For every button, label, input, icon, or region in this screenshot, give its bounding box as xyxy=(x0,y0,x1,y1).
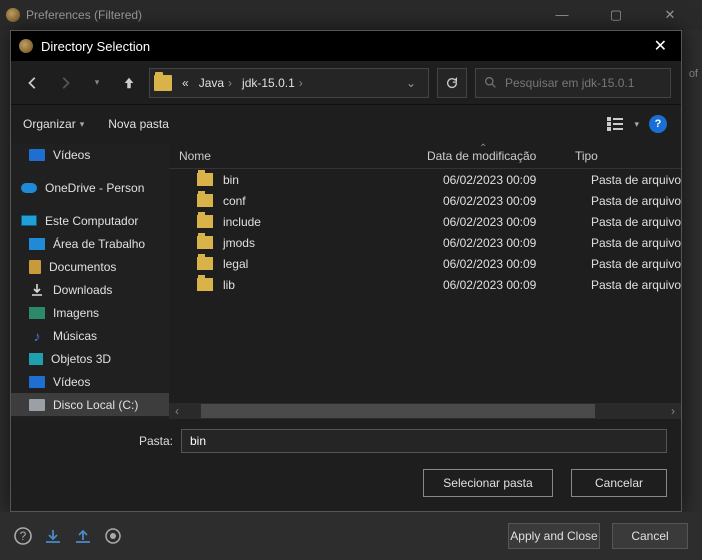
dialog-close-button[interactable]: ✕ xyxy=(648,36,673,56)
tree-item-images[interactable]: Imagens xyxy=(11,301,169,324)
breadcrumb-jdk[interactable]: jdk-15.0.1› xyxy=(238,76,307,90)
nav-back-button[interactable] xyxy=(21,71,45,95)
nav-forward-button[interactable] xyxy=(53,71,77,95)
preferences-titlebar: Preferences (Filtered) — ▢ ✕ xyxy=(0,0,702,30)
folder-icon xyxy=(197,257,213,270)
svg-text:?: ? xyxy=(20,529,27,543)
col-name[interactable]: Nome xyxy=(179,149,427,163)
folder-icon xyxy=(197,215,213,228)
tree-item-downloads[interactable]: Downloads xyxy=(11,278,169,301)
dialog-titlebar: Directory Selection ✕ xyxy=(11,31,681,61)
apply-and-close-button[interactable]: Apply and Close xyxy=(508,523,600,549)
objects3d-icon xyxy=(29,353,43,365)
eclipse-icon xyxy=(6,8,20,22)
dialog-footer: Pasta: Selecionar pasta Cancelar xyxy=(11,419,681,511)
toolbar: Organizar▾ Nova pasta ▾ ? xyxy=(11,105,681,143)
folder-tree[interactable]: Vídeos OneDrive - Person Este Computador… xyxy=(11,143,169,419)
col-type[interactable]: Tipo xyxy=(575,149,681,163)
refresh-button[interactable] xyxy=(437,68,467,98)
maximize-button[interactable]: ▢ xyxy=(598,7,634,23)
breadcrumb-bar[interactable]: « Java› jdk-15.0.1› ⌄ xyxy=(149,68,429,98)
file-list: ⌃ Nome Data de modificação Tipo bin06/02… xyxy=(169,143,681,419)
tree-item-documents[interactable]: Documentos xyxy=(11,255,169,278)
breadcrumb-java[interactable]: Java› xyxy=(195,76,236,90)
help-icon[interactable]: ? xyxy=(14,527,32,545)
desktop-icon xyxy=(29,238,45,250)
record-icon[interactable] xyxy=(104,527,122,545)
tree-item-local-disk-c[interactable]: Disco Local (C:) xyxy=(11,393,169,416)
disk-icon xyxy=(29,399,45,411)
window-controls: — ▢ ✕ xyxy=(544,7,696,23)
view-mode-button[interactable] xyxy=(604,114,626,134)
pc-icon xyxy=(21,215,37,226)
preferences-title: Preferences (Filtered) xyxy=(26,8,544,22)
view-mode-dropdown[interactable]: ▾ xyxy=(634,119,639,130)
tree-item-music[interactable]: ♪Músicas xyxy=(11,324,169,347)
tree-item-3d[interactable]: Objetos 3D xyxy=(11,347,169,370)
tree-item-videos[interactable]: Vídeos xyxy=(11,143,169,166)
video-icon xyxy=(29,149,45,161)
minimize-button[interactable]: — xyxy=(544,7,580,23)
row-lib[interactable]: lib06/02/2023 00:09Pasta de arquivo xyxy=(169,274,681,295)
organize-menu[interactable]: Organizar▾ xyxy=(23,117,84,131)
column-headers: ⌃ Nome Data de modificação Tipo xyxy=(169,143,681,169)
folder-icon xyxy=(197,194,213,207)
breadcrumb-prefix[interactable]: « xyxy=(178,76,193,90)
nav-recent-dropdown[interactable]: ▾ xyxy=(85,71,109,95)
row-include[interactable]: include06/02/2023 00:09Pasta de arquivo xyxy=(169,211,681,232)
documents-icon xyxy=(29,260,41,274)
onedrive-icon xyxy=(21,183,37,193)
row-conf[interactable]: conf06/02/2023 00:09Pasta de arquivo xyxy=(169,190,681,211)
folder-icon xyxy=(154,75,172,91)
dialog-body: Vídeos OneDrive - Person Este Computador… xyxy=(11,143,681,419)
pref-cancel-button[interactable]: Cancel xyxy=(612,523,688,549)
folder-icon xyxy=(197,236,213,249)
sort-indicator-icon: ⌃ xyxy=(479,143,487,154)
file-rows: bin06/02/2023 00:09Pasta de arquivo conf… xyxy=(169,169,681,403)
import-icon[interactable] xyxy=(44,527,62,545)
folder-input[interactable] xyxy=(181,429,667,453)
navigation-bar: ▾ « Java› jdk-15.0.1› ⌄ xyxy=(11,61,681,105)
folder-icon xyxy=(197,173,213,186)
help-button[interactable]: ? xyxy=(647,114,669,134)
horizontal-scrollbar[interactable]: ‹ › xyxy=(169,403,681,419)
tree-item-desktop[interactable]: Área de Trabalho xyxy=(11,232,169,255)
scroll-left-arrow[interactable]: ‹ xyxy=(169,404,185,418)
new-folder-button[interactable]: Nova pasta xyxy=(108,117,169,131)
downloads-icon xyxy=(29,283,45,297)
directory-selection-dialog: Directory Selection ✕ ▾ « Java› jdk-15.0… xyxy=(10,30,682,512)
preferences-footer: ? Apply and Close Cancel xyxy=(0,512,702,560)
breadcrumb-dropdown[interactable]: ⌄ xyxy=(398,76,424,90)
search-box[interactable] xyxy=(475,68,671,98)
stray-text: of xyxy=(689,68,698,80)
dialog-title: Directory Selection xyxy=(41,39,648,54)
cancel-button[interactable]: Cancelar xyxy=(571,469,667,497)
col-date[interactable]: Data de modificação xyxy=(427,149,575,163)
export-icon[interactable] xyxy=(74,527,92,545)
row-jmods[interactable]: jmods06/02/2023 00:09Pasta de arquivo xyxy=(169,232,681,253)
images-icon xyxy=(29,307,45,319)
music-icon: ♪ xyxy=(29,329,45,343)
nav-up-button[interactable] xyxy=(117,71,141,95)
tree-item-videos2[interactable]: Vídeos xyxy=(11,370,169,393)
tree-item-onedrive[interactable]: OneDrive - Person xyxy=(11,176,169,199)
scroll-right-arrow[interactable]: › xyxy=(665,404,681,418)
search-icon xyxy=(484,76,497,89)
select-folder-button[interactable]: Selecionar pasta xyxy=(423,469,553,497)
close-button[interactable]: ✕ xyxy=(652,7,688,23)
folder-label: Pasta: xyxy=(25,434,173,448)
eclipse-icon xyxy=(19,39,33,53)
row-bin[interactable]: bin06/02/2023 00:09Pasta de arquivo xyxy=(169,169,681,190)
folder-icon xyxy=(197,278,213,291)
tree-item-this-pc[interactable]: Este Computador xyxy=(11,209,169,232)
row-legal[interactable]: legal06/02/2023 00:09Pasta de arquivo xyxy=(169,253,681,274)
scrollbar-thumb[interactable] xyxy=(201,404,595,418)
video-icon xyxy=(29,376,45,388)
search-input[interactable] xyxy=(505,76,662,90)
